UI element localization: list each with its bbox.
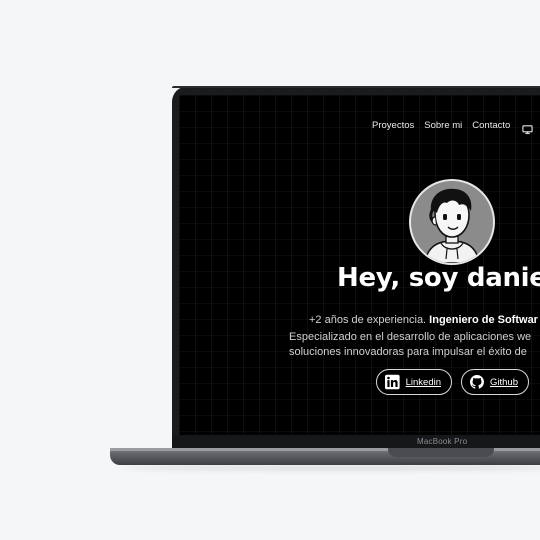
model-text: MacBook Pro <box>417 437 468 446</box>
laptop-chin <box>172 435 540 449</box>
laptop-screen: Proyectos Sobre mi Contacto Hey, soy dan… <box>179 95 540 435</box>
hero-title: Hey, soy daniel <box>337 263 540 293</box>
laptop-shadow <box>120 465 540 471</box>
top-nav: Proyectos Sobre mi Contacto <box>372 120 533 135</box>
nav-link-proyectos[interactable]: Proyectos <box>372 120 414 131</box>
avatar <box>409 179 495 265</box>
hero-role-text: Ingeniero de Softwar <box>429 314 538 326</box>
github-icon <box>470 375 484 389</box>
scene: Proyectos Sobre mi Contacto Hey, soy dan… <box>0 0 540 540</box>
nav-link-sobre-mi[interactable]: Sobre mi <box>424 120 462 131</box>
nav-link-contacto[interactable]: Contacto <box>472 120 510 131</box>
hero-experience-line: +2 años de experiencia. Ingeniero de Sof… <box>309 314 538 326</box>
linkedin-button[interactable]: Linkedin <box>376 369 452 395</box>
hero-description-line-2: soluciones innovadoras para impulsar el … <box>289 346 527 358</box>
linkedin-icon <box>385 374 400 390</box>
avatar-illustration <box>424 188 480 263</box>
linkedin-label: Linkedin <box>405 376 441 388</box>
laptop-bezel-edge <box>172 86 540 88</box>
monitor-icon[interactable] <box>522 120 533 135</box>
laptop-opening-notch <box>388 448 494 457</box>
github-button[interactable]: Github <box>461 369 529 395</box>
github-label: Github <box>490 376 518 388</box>
hero-description-line-1: Especializado en el desarrollo de aplica… <box>289 331 532 343</box>
hero-experience-text: +2 años de experiencia. <box>309 314 430 326</box>
